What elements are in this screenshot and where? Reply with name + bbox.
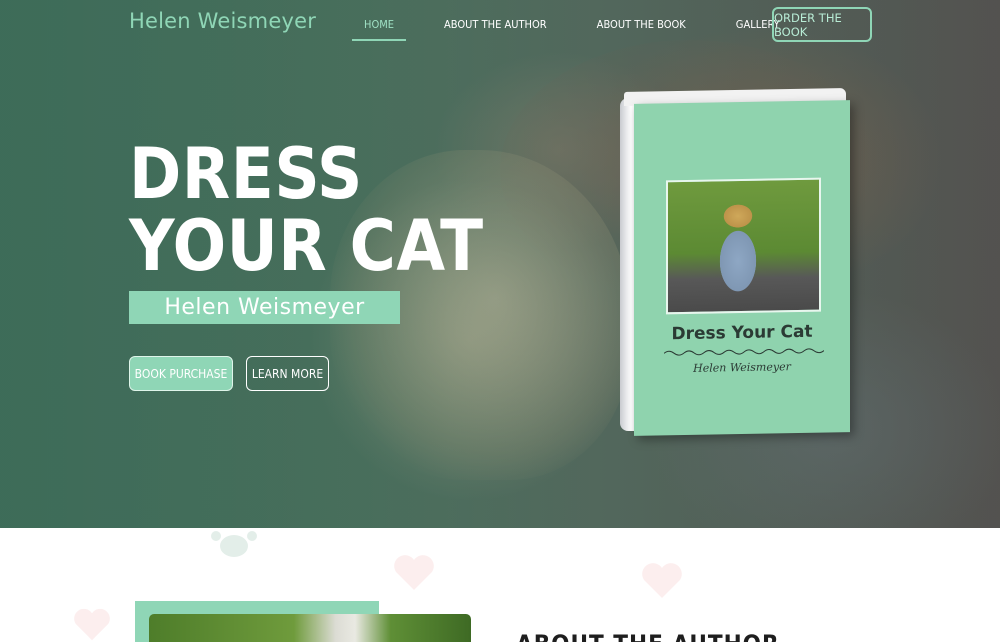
heart-icon	[74, 608, 110, 641]
hero-author-ribbon: Helen Weismeyer	[129, 291, 400, 324]
paw-print-icon	[211, 531, 257, 557]
hero-title: DRESS YOUR CAT	[129, 138, 484, 282]
heart-icon	[642, 563, 682, 598]
hero-title-line-1: DRESS	[129, 133, 363, 215]
main-nav: HOME ABOUT THE AUTHOR ABOUT THE BOOK GAL…	[352, 16, 792, 41]
book-cover-photo	[666, 177, 821, 315]
nav-item-home[interactable]: HOME	[352, 16, 407, 41]
order-book-button[interactable]: ORDER THE BOOK	[772, 7, 872, 42]
heart-icon	[394, 555, 434, 590]
book-purchase-button[interactable]: BOOK PURCHASE	[129, 356, 233, 391]
book-cover-author: Helen Weismeyer	[693, 360, 791, 375]
nav-item-about-book[interactable]: ABOUT THE BOOK	[585, 16, 698, 39]
book-cover-title: Dress Your Cat	[671, 321, 813, 345]
about-author-heading: ABOUT THE AUTHOR	[516, 630, 780, 642]
nav-item-about-author[interactable]: ABOUT THE AUTHOR	[432, 16, 559, 39]
hero-section: Helen Weismeyer HOME ABOUT THE AUTHOR AB…	[0, 0, 1000, 528]
hero-title-line-2: YOUR CAT	[129, 205, 484, 287]
book-front-cover: Dress Your Cat Helen Weismeyer	[634, 100, 850, 436]
learn-more-button[interactable]: LEARN MORE	[246, 356, 329, 391]
book-cover-divider	[664, 348, 824, 356]
author-photo	[149, 614, 471, 642]
brand-logo[interactable]: Helen Weismeyer	[129, 9, 316, 33]
book-cover-mockup: Dress Your Cat Helen Weismeyer	[620, 88, 852, 436]
